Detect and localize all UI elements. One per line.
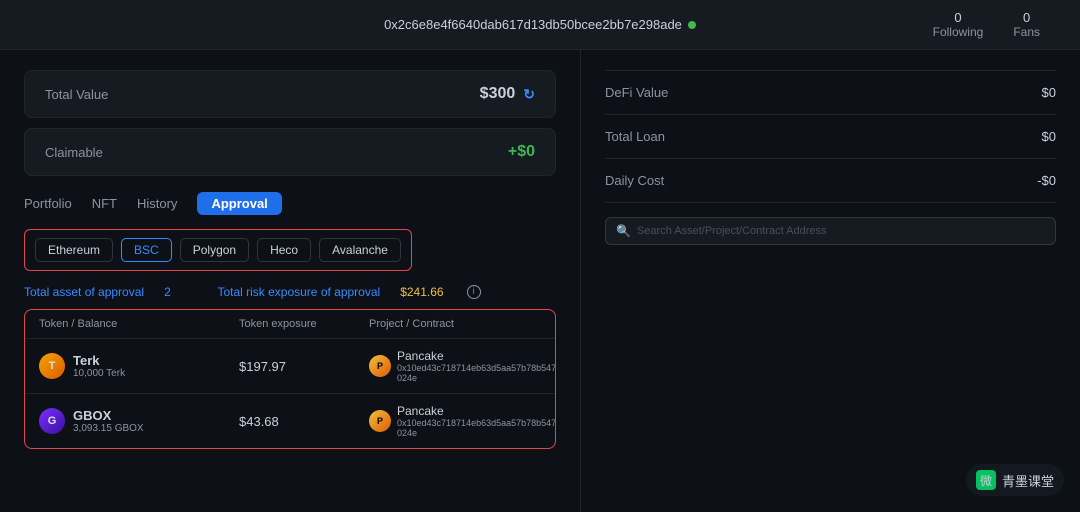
defi-value-label: DeFi Value <box>605 85 668 100</box>
tab-history[interactable]: History <box>137 192 177 215</box>
daily-cost-card: Daily Cost -$0 <box>605 159 1056 203</box>
col-exposure: Token exposure <box>239 318 369 330</box>
chain-btn-heco[interactable]: Heco <box>257 238 311 262</box>
terk-project-name: Pancake <box>397 349 556 363</box>
total-value-card: Total Value $300 ↻ <box>24 70 556 118</box>
watermark: 微 青墨课堂 <box>966 464 1064 496</box>
search-bar[interactable]: 🔍 <box>605 217 1056 245</box>
gbox-name: GBOX <box>73 408 144 423</box>
daily-cost-value: -$0 <box>1037 173 1056 188</box>
chain-btn-bsc[interactable]: BSC <box>121 238 172 262</box>
following-count: 0 <box>954 10 961 25</box>
gbox-project-info: Pancake 0x10ed43c718714eb63d5aa57b78b547… <box>397 404 556 438</box>
tab-approval[interactable]: Approval <box>197 192 281 215</box>
table-header: Token / Balance Token exposure Project /… <box>25 310 555 339</box>
chain-buttons-group: Ethereum BSC Polygon Heco Avalanche <box>24 229 412 271</box>
gbox-project-name: Pancake <box>397 404 556 418</box>
total-asset-count: 2 <box>164 285 171 299</box>
gbox-exposure: $43.68 <box>239 414 369 429</box>
header: 0x2c6e8e4f6640dab617d13db50bcee2bb7e298a… <box>0 0 1080 50</box>
total-value-amount: $300 <box>480 85 516 103</box>
total-loan-value: $0 <box>1042 129 1056 144</box>
total-value-display: $300 ↻ <box>480 85 535 103</box>
chain-btn-ethereum[interactable]: Ethereum <box>35 238 113 262</box>
table-row: T Terk 10,000 Terk $197.97 P Pancake 0x1… <box>25 339 555 394</box>
claimable-label: Claimable <box>45 145 103 160</box>
total-value-label: Total Value <box>45 87 108 102</box>
fans-stat[interactable]: 0 Fans <box>1013 10 1040 39</box>
fans-label: Fans <box>1013 25 1040 39</box>
gbox-info: GBOX 3,093.15 GBOX <box>73 408 144 434</box>
defi-value: $0 <box>1042 85 1056 100</box>
terk-exposure: $197.97 <box>239 359 369 374</box>
terk-contract: 0x10ed43c718714eb63d5aa57b78b54704e25602… <box>397 363 556 383</box>
approval-table: Token / Balance Token exposure Project /… <box>24 309 556 449</box>
tab-portfolio[interactable]: Portfolio <box>24 192 72 215</box>
info-icon[interactable]: i <box>467 285 481 299</box>
col-project: Project / Contract <box>369 318 556 330</box>
header-stats: 0 Following 0 Fans <box>933 10 1040 39</box>
following-label: Following <box>933 25 984 39</box>
col-token: Token / Balance <box>39 318 239 330</box>
token-cell-gbox: G GBOX 3,093.15 GBOX <box>39 408 239 434</box>
pancake-icon-2: P <box>369 410 391 432</box>
risk-exposure-label: Total risk exposure of approval <box>217 285 380 299</box>
gbox-balance: 3,093.15 GBOX <box>73 423 144 434</box>
terk-name: Terk <box>73 353 125 368</box>
wallet-address-text: 0x2c6e8e4f6640dab617d13db50bcee2bb7e298a… <box>384 17 682 32</box>
pancake-icon-1: P <box>369 355 391 377</box>
total-loan-label: Total Loan <box>605 129 665 144</box>
terk-project-info: Pancake 0x10ed43c718714eb63d5aa57b78b547… <box>397 349 556 383</box>
watermark-text: 青墨课堂 <box>1002 471 1054 490</box>
terk-info: Terk 10,000 Terk <box>73 353 125 379</box>
wechat-icon: 微 <box>976 470 996 490</box>
token-cell-terk: T Terk 10,000 Terk <box>39 353 239 379</box>
refresh-icon[interactable]: ↻ <box>523 86 535 103</box>
tab-nft[interactable]: NFT <box>92 192 117 215</box>
terk-project-cell: P Pancake 0x10ed43c718714eb63d5aa57b78b5… <box>369 349 556 383</box>
gbox-contract: 0x10ed43c718714eb63d5aa57b78b54704e25602… <box>397 418 556 438</box>
claimable-card: Claimable +$0 <box>24 128 556 176</box>
search-icon: 🔍 <box>616 224 631 238</box>
tab-bar: Portfolio NFT History Approval <box>24 192 556 215</box>
gbox-icon: G <box>39 408 65 434</box>
defi-value-card: DeFi Value $0 <box>605 70 1056 115</box>
risk-exposure-value: $241.66 <box>400 285 443 299</box>
approval-stats-row: Total asset of approval 2 Total risk exp… <box>24 285 556 299</box>
terk-icon: T <box>39 353 65 379</box>
claimable-value: +$0 <box>508 143 535 161</box>
right-panel: DeFi Value $0 Total Loan $0 Daily Cost -… <box>580 50 1080 512</box>
wallet-address-bar: 0x2c6e8e4f6640dab617d13db50bcee2bb7e298a… <box>384 17 696 32</box>
main-container: Total Value $300 ↻ Claimable +$0 Portfol… <box>0 50 1080 512</box>
wallet-status-dot <box>688 21 696 29</box>
total-loan-card: Total Loan $0 <box>605 115 1056 159</box>
table-row: G GBOX 3,093.15 GBOX $43.68 P Pancake 0x… <box>25 394 555 448</box>
chain-btn-polygon[interactable]: Polygon <box>180 238 249 262</box>
gbox-project-cell: P Pancake 0x10ed43c718714eb63d5aa57b78b5… <box>369 404 556 438</box>
fans-count: 0 <box>1023 10 1030 25</box>
total-asset-label: Total asset of approval <box>24 285 144 299</box>
chain-btn-avalanche[interactable]: Avalanche <box>319 238 401 262</box>
terk-balance: 10,000 Terk <box>73 368 125 379</box>
daily-cost-label: Daily Cost <box>605 173 664 188</box>
left-panel: Total Value $300 ↻ Claimable +$0 Portfol… <box>0 50 580 512</box>
following-stat[interactable]: 0 Following <box>933 10 984 39</box>
search-input[interactable] <box>637 225 1045 237</box>
